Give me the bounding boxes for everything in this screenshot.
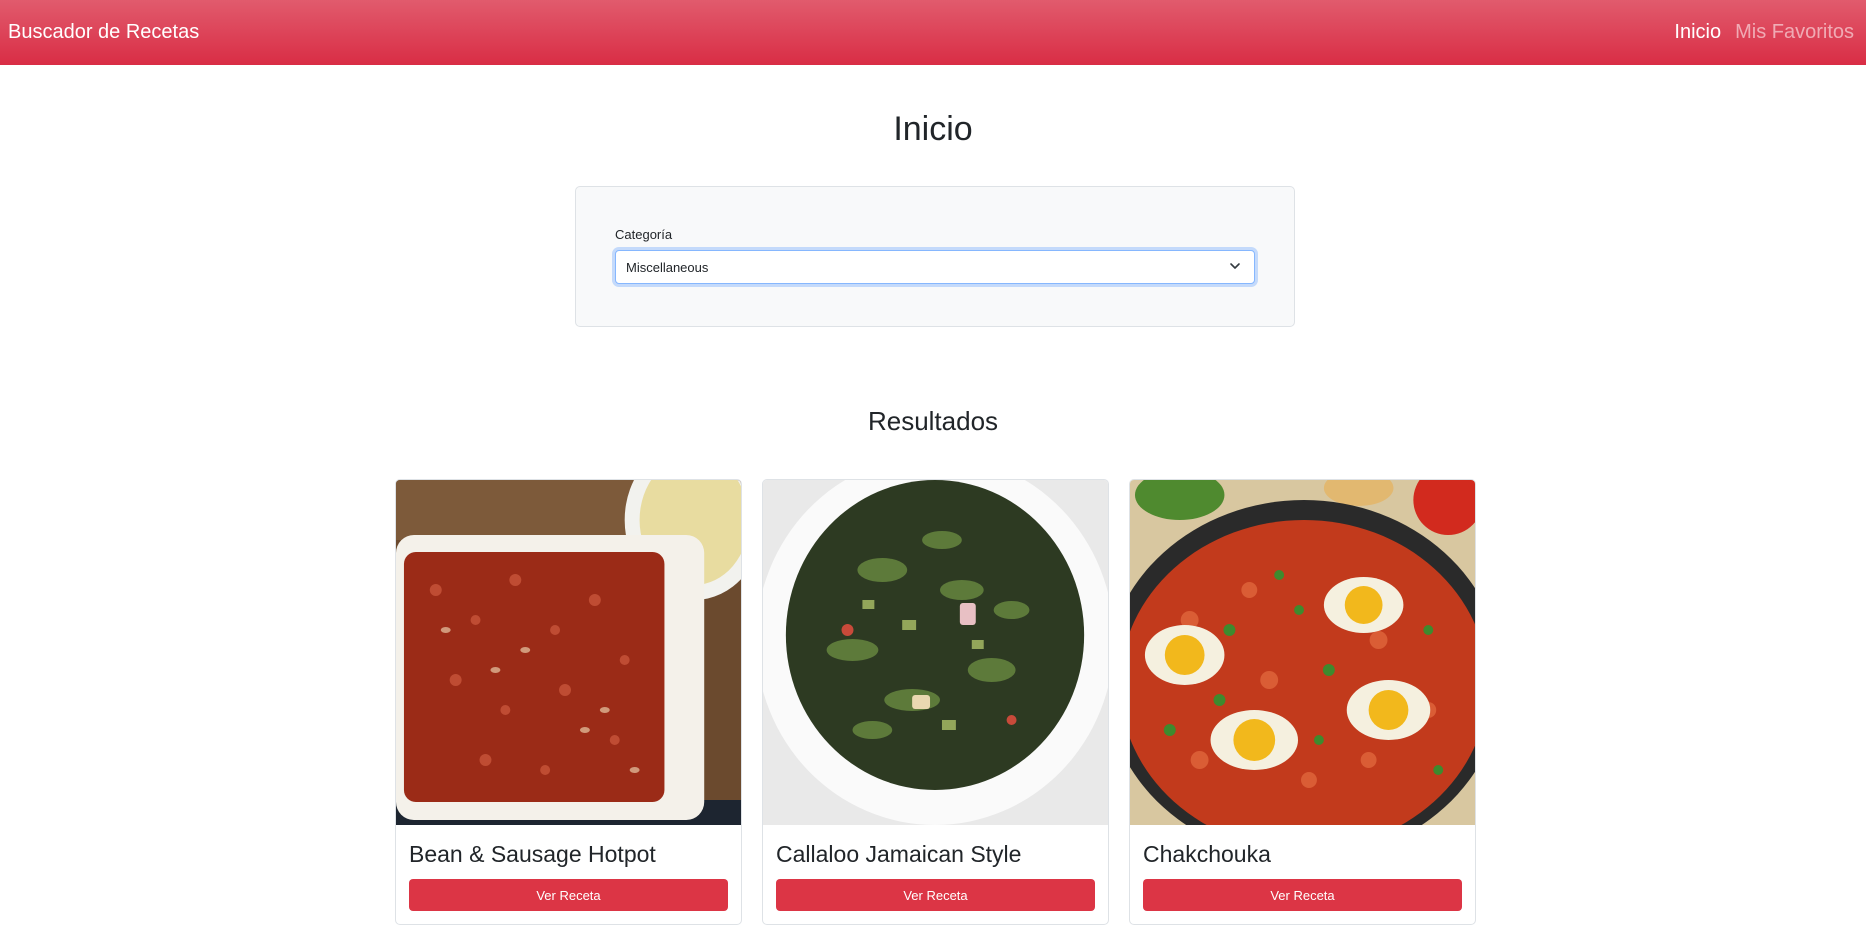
chevron-down-icon — [1230, 263, 1240, 269]
filter-card: Categoría Miscellaneous — [575, 186, 1295, 327]
ver-receta-button[interactable]: Ver Receta — [1143, 879, 1462, 911]
recipe-card: Callaloo Jamaican Style Ver Receta — [762, 479, 1109, 925]
card-body: Callaloo Jamaican Style Ver Receta — [763, 825, 1108, 924]
recipe-title: Callaloo Jamaican Style — [776, 841, 1022, 867]
ver-receta-button[interactable]: Ver Receta — [776, 879, 1095, 911]
nav-link-mis-favoritos[interactable]: Mis Favoritos — [1735, 21, 1854, 44]
category-select-value: Miscellaneous — [626, 259, 709, 275]
recipe-image-callaloo-jamaican-style[interactable] — [763, 480, 1108, 825]
card-body: Chakchouka Ver Receta — [1130, 825, 1475, 924]
recipe-title: Bean & Sausage Hotpot — [409, 841, 656, 867]
recipe-title: Chakchouka — [1143, 841, 1271, 867]
recipe-image-chakchouka[interactable] — [1130, 480, 1475, 825]
recipe-cards: Bean & Sausage Hotpot Ver Receta Callalo… — [395, 479, 1476, 925]
results-title: Resultados — [867, 406, 999, 436]
nav-link-inicio[interactable]: Inicio — [1674, 21, 1721, 44]
category-select[interactable]: Miscellaneous — [615, 250, 1255, 284]
page-title: Inicio — [893, 110, 973, 148]
card-body: Bean & Sausage Hotpot Ver Receta — [396, 825, 741, 924]
recipe-card: Bean & Sausage Hotpot Ver Receta — [395, 479, 742, 925]
recipe-card: Chakchouka Ver Receta — [1129, 479, 1476, 925]
ver-receta-button[interactable]: Ver Receta — [409, 879, 728, 911]
recipe-image-bean-sausage-hotpot[interactable] — [396, 480, 741, 825]
category-label: Categoría — [615, 227, 673, 242]
brand-link[interactable]: Buscador de Recetas — [8, 21, 199, 44]
nav-links: Inicio Mis Favoritos — [1674, 21, 1854, 44]
navbar: Buscador de Recetas Inicio Mis Favoritos — [0, 0, 1866, 65]
